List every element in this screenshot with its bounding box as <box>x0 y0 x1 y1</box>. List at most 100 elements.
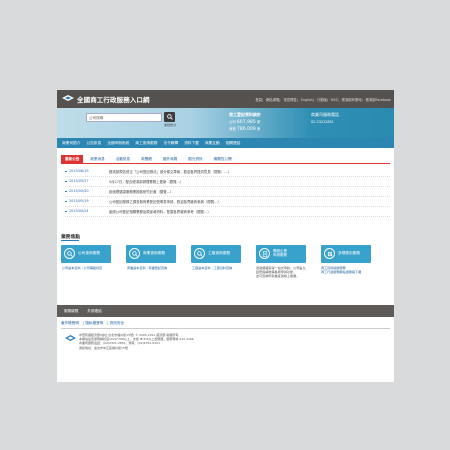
company-query-button[interactable]: 公司查詢服務 <box>61 245 111 263</box>
bottom-nav-service-overview[interactable]: 服務總覽 <box>64 309 78 314</box>
factory-query-desc[interactable]: 工廠基本資料｜工廠資料查詢 <box>192 266 232 270</box>
news-title[interactable]: 拒絕理健康服務業推動研究計畫（閱覽…） <box>109 189 173 194</box>
registration-stats: 商工登記資料統計 公司 607,985 家 商號 786,009 家 <box>226 111 286 135</box>
footer-text: 中華民國經濟部(地址:台北市福州街15號) © 2005-2011 經濟部 版權… <box>79 333 194 350</box>
business-query-button[interactable]: 商業查詢服務 <box>126 245 176 263</box>
moea-logo[interactable] <box>61 94 75 102</box>
business-startup-button[interactable]: 開辦企業 申請服務 <box>256 245 306 263</box>
news-date: 2015/05/27 <box>69 179 89 183</box>
nav-item-interaction[interactable]: 商業互動 <box>205 141 220 146</box>
footer-link-copyright[interactable]: 著作權聲明 <box>61 321 79 325</box>
company-query-desc[interactable]: 公司基本資料｜公司等級判定 <box>62 266 102 270</box>
news-title[interactable]: 公司登記服務之調查與商業登記聲明書申請，歡迎各界廠商參與（閱覽…） <box>109 199 221 204</box>
page-background: 全國商工行政服務入口網 首頁| 網站導覽| 常見問答| English| 行動版… <box>0 0 450 450</box>
list-item[interactable]: 2015/05/19 公司登記服務之調查與商業登記聲明書申請，歡迎各界廠商參與（… <box>65 197 390 207</box>
list-item[interactable]: 2015/06/19 經濟部預告修正「公司登記辦法」部分條文草案，歡迎各界提供意… <box>65 167 390 177</box>
top-links: 首頁| 網站導覽| 常見問答| English| 行動版| RSS| 經濟部商業… <box>255 98 391 102</box>
multi-service-link[interactable]: 商工行政服務網站瀏覽與下載 <box>321 270 361 274</box>
multi-service-button[interactable]: 多樣應用服務 <box>321 245 371 263</box>
tab-trade-shows[interactable]: 國外商展 <box>159 155 181 163</box>
footer-divider <box>61 328 390 329</box>
stats-companies: 公司 607,985 家 <box>229 120 261 125</box>
nav-item-downloads[interactable]: 資料下載 <box>184 141 199 146</box>
nav-item-query-services[interactable]: 商工查詢服務 <box>135 141 157 146</box>
top-link-rss[interactable]: RSS <box>331 98 337 102</box>
search-icon <box>194 248 205 259</box>
news-date: 2015/05/19 <box>69 199 89 203</box>
card-label: 公司查詢服務 <box>78 251 101 255</box>
footer-link-privacy[interactable]: 隱私權聲明 <box>85 321 103 325</box>
top-link-facebook[interactable]: 經濟部Facebook <box>366 98 391 102</box>
news-date: 2015/05/20 <box>69 189 89 193</box>
search-button[interactable] <box>164 112 175 122</box>
bullet-icon <box>65 180 67 183</box>
list-item[interactable]: 2015/05/27 5月27日，配合經濟部辦理業務上更新（閱覽…） <box>65 177 390 187</box>
factory-query-button[interactable]: 工廠查詢服務 <box>191 245 241 263</box>
news-title[interactable]: 函請公司登記相關業務及原宣導資料，登載各界廠商參考（閱覽…） <box>109 209 211 214</box>
top-link-faq[interactable]: 常見問答 <box>284 98 297 102</box>
companies-count: 607,985 <box>236 120 256 125</box>
bullet-icon <box>65 200 67 203</box>
hotline-number: 02-23212851 <box>311 120 334 124</box>
tab-press[interactable]: 新聞稿 <box>137 155 156 163</box>
multi-service-desc: 商工資料開放服務 商工行政服務網站瀏覽與下載 <box>321 266 361 274</box>
news-tabs: 最新公告 政策消息 活動訊息 新聞稿 國外商展 觀光資訊 機關性公開 <box>61 155 390 164</box>
tab-tourism[interactable]: 觀光資訊 <box>184 155 206 163</box>
search-icon <box>129 248 140 259</box>
top-link-english[interactable]: English <box>301 98 313 102</box>
stats-firms: 商號 786,009 家 <box>229 127 261 132</box>
search-input[interactable] <box>89 115 159 121</box>
tab-policy[interactable]: 政策消息 <box>86 155 108 163</box>
nav-item-announcements[interactable]: 公告訊息 <box>86 141 101 146</box>
bullet-icon <box>65 210 67 213</box>
main-nav: 商業司簡介 公告訊息 全國申辦系統 商工查詢服務 法令解釋 資料下載 商業互動 … <box>57 138 394 148</box>
search-icon <box>64 248 75 259</box>
news-date: 2015/04/24 <box>69 209 89 213</box>
news-list: 2015/06/19 經濟部預告修正「公司登記辦法」部分條文草案，歡迎各界提供意… <box>65 167 390 217</box>
top-link-home[interactable]: 首頁 <box>255 98 262 102</box>
search-box <box>86 113 162 122</box>
grid-icon <box>324 248 335 259</box>
hotline-title: 商業司服務電話 <box>311 112 339 117</box>
tab-latest[interactable]: 最新公告 <box>61 155 84 163</box>
bullet-icon <box>65 170 67 173</box>
news-title[interactable]: 5月27日，配合經濟部辦理業務上更新（閱覽…） <box>109 179 183 184</box>
bottom-nav-external-links[interactable]: 外部連結 <box>87 309 101 314</box>
card-label: 商業查詢服務 <box>143 251 166 255</box>
startup-desc: 透過網路取得一站式申請：公司設立、 變更與解散等各類申辦功能， 並可查詢申辦進度… <box>256 266 309 279</box>
stats-title: 商工登記資料統計 <box>229 112 261 117</box>
tab-disclosure[interactable]: 機關性公開 <box>210 155 236 163</box>
firms-count: 786,009 <box>236 127 256 132</box>
nav-item-regulations[interactable]: 法令解釋 <box>163 141 178 146</box>
website: 全國商工行政服務入口網 首頁| 網站導覽| 常見問答| English| 行動版… <box>57 90 394 382</box>
bottom-nav: 服務總覽 外部連結 <box>57 305 394 317</box>
banner: 進階搜尋 商工登記資料統計 公司 607,985 家 商號 786,009 家 … <box>57 108 394 138</box>
site-footer: 著作權聲明 | 隱私權聲明 | 資訊安全 中華民國經濟部(地址:台北市福州街15號)… <box>57 317 394 382</box>
nav-item-online-application[interactable]: 全國申辦系統 <box>107 141 129 146</box>
card-label: 開辦企業 申請服務 <box>273 248 287 257</box>
card-label: 工廠查詢服務 <box>208 251 231 255</box>
list-item[interactable]: 2015/04/24 函請公司登記相關業務及原宣導資料，登載各界廠商參考（閱覽…… <box>65 207 390 217</box>
footer-link-security[interactable]: 資訊安全 <box>110 321 124 325</box>
search-icon <box>166 114 173 120</box>
bullet-icon <box>65 190 67 193</box>
nav-item-related-links[interactable]: 相關連結 <box>226 141 241 146</box>
document-icon <box>259 248 270 259</box>
footer-links: 著作權聲明 | 隱私權聲明 | 資訊安全 <box>61 321 125 325</box>
business-heading: 業務焦點 <box>61 235 81 240</box>
card-label: 多樣應用服務 <box>338 251 361 255</box>
top-link-commerce-dept[interactable]: 經濟部商業司 <box>342 98 362 102</box>
advanced-search-link[interactable]: 進階搜尋 <box>164 123 176 127</box>
site-header: 全國商工行政服務入口網 首頁| 網站導覽| 常見問答| English| 行動版… <box>57 90 394 108</box>
nav-item-about[interactable]: 商業司簡介 <box>62 141 80 146</box>
heading-underline <box>61 240 79 241</box>
list-item[interactable]: 2015/05/20 拒絕理健康服務業推動研究計畫（閱覽…） <box>65 187 390 197</box>
news-date: 2015/06/19 <box>69 169 89 173</box>
business-query-desc[interactable]: 商業基本資料｜商業登記查詢 <box>127 266 167 270</box>
service-hotline: 商業司服務電話 02-23212851 <box>309 111 389 135</box>
top-link-sitemap[interactable]: 網站導覽 <box>266 98 279 102</box>
site-title[interactable]: 全國商工行政服務入口網 <box>77 94 150 104</box>
news-title[interactable]: 經濟部預告修正「公司登記辦法」部分條文草案，歡迎各界提供意見（閱覽：…） <box>109 169 231 174</box>
tab-events[interactable]: 活動訊息 <box>112 155 134 163</box>
top-link-mobile[interactable]: 行動版 <box>317 98 327 102</box>
